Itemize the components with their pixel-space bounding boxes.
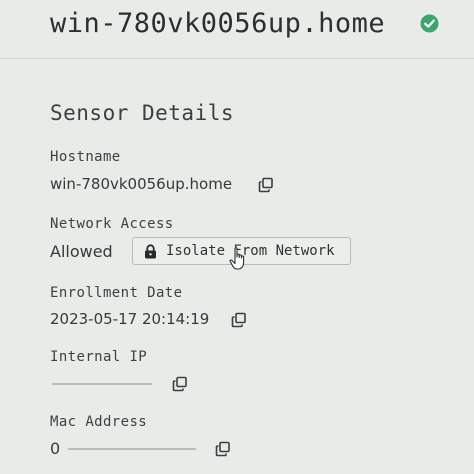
mac-address-value: 0 xyxy=(50,439,61,458)
hostname-label: Hostname xyxy=(50,149,121,165)
hand-pointer-icon xyxy=(229,247,249,271)
lock-icon xyxy=(144,243,157,259)
redacted-ip xyxy=(52,383,152,385)
page-title: win-780vk0056up.home xyxy=(50,8,386,39)
header-divider xyxy=(0,58,474,59)
copy-enrollment-date-icon[interactable] xyxy=(231,312,247,328)
enrollment-date-label: Enrollment Date xyxy=(50,285,183,301)
copy-internal-ip-icon[interactable] xyxy=(172,376,188,392)
check-circle-icon xyxy=(420,14,439,33)
redacted-mac xyxy=(68,448,196,450)
network-access-value: Allowed xyxy=(50,242,113,261)
hostname-value: win-780vk0056up.home xyxy=(50,175,233,193)
network-access-label: Network Access xyxy=(50,216,174,232)
section-title: Sensor Details xyxy=(50,101,235,125)
isolate-button-label: Isolate From Network xyxy=(166,243,335,259)
copy-mac-address-icon[interactable] xyxy=(215,441,231,457)
copy-hostname-icon[interactable] xyxy=(258,177,274,193)
mac-address-label: Mac Address xyxy=(50,414,148,430)
enrollment-date-value: 2023-05-17 20:14:19 xyxy=(50,310,210,328)
internal-ip-label: Internal IP xyxy=(50,349,148,365)
